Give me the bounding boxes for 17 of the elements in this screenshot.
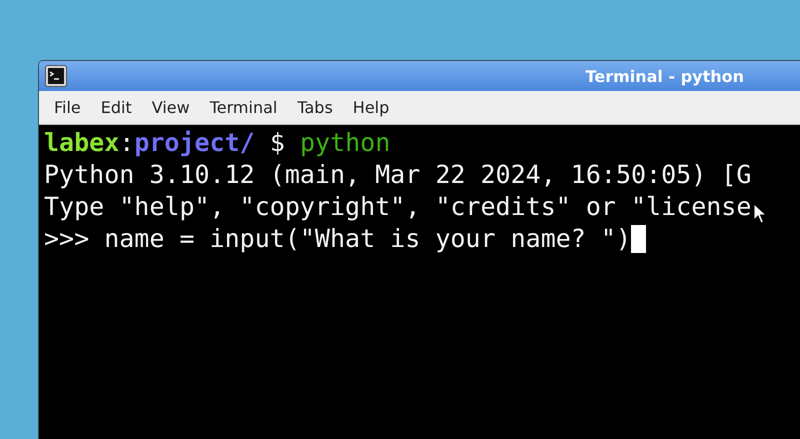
- prompt-user: labex: [44, 127, 120, 159]
- prompt-separator: :: [119, 127, 134, 159]
- menu-item[interactable]: Edit: [94, 96, 139, 119]
- menu-item[interactable]: View: [144, 96, 197, 119]
- prompt-symbol: $: [270, 127, 285, 159]
- output-line: Type "help", "copyright", "credits" or "license: [44, 191, 752, 223]
- typed-command: python: [300, 127, 390, 159]
- menu-item[interactable]: File: [47, 96, 88, 119]
- menu-item[interactable]: Help: [346, 96, 396, 119]
- prompt-path: project/: [134, 127, 255, 159]
- terminal-icon[interactable]: [45, 65, 67, 87]
- output-line: Python 3.10.12 (main, Mar 22 2024, 16:50:05) [G: [44, 159, 752, 191]
- menu-item[interactable]: Terminal: [202, 96, 284, 119]
- menu-item[interactable]: Tabs: [290, 96, 340, 119]
- mouse-pointer-icon: [753, 203, 767, 225]
- input-line: >>> name = input("What is your name? "): [44, 223, 631, 255]
- window-title: Terminal - python: [586, 66, 744, 86]
